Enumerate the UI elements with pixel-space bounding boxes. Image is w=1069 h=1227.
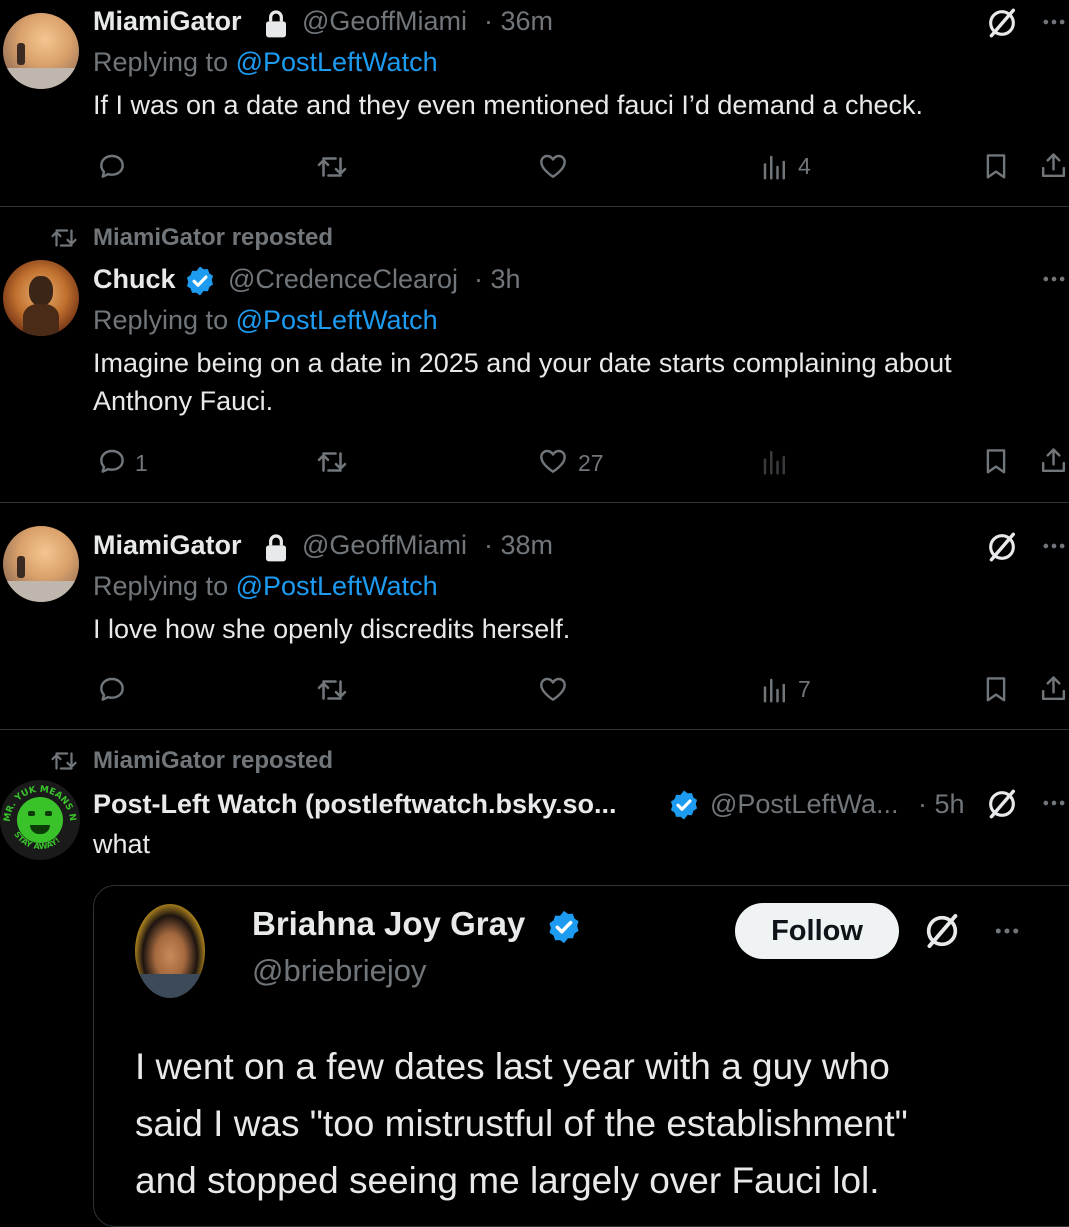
- replying-to-link[interactable]: @PostLeftWatch: [236, 305, 438, 335]
- author-name[interactable]: Chuck: [93, 264, 176, 295]
- more-icon[interactable]: [1040, 265, 1068, 293]
- post-text: If I was on a date and they even mention…: [93, 90, 924, 120]
- avatar[interactable]: [3, 526, 79, 602]
- verified-badge-icon: [183, 264, 217, 298]
- bookmark-icon[interactable]: [981, 150, 1011, 182]
- replying-prefix: Replying to: [93, 47, 229, 77]
- like-icon[interactable]: [537, 673, 569, 705]
- post-text-line-1: Imagine being on a date in 2025 and your…: [93, 348, 952, 378]
- reply-count: 1: [135, 450, 148, 476]
- like-icon[interactable]: [537, 445, 569, 477]
- avatar-text-top: MR. YUK MEANS NO!: [0, 780, 77, 822]
- repost-icon: [48, 223, 80, 253]
- quote-text-line-3: and stopped seeing me largely over Fauci…: [135, 1160, 880, 1201]
- repost-icon[interactable]: [315, 673, 349, 707]
- bookmark-icon[interactable]: [981, 445, 1011, 477]
- post-miamigator-2[interactable]: MiamiGator @GeoffMiami · 38m Replying to…: [0, 503, 1069, 729]
- grok-icon[interactable]: [985, 787, 1019, 821]
- avatar[interactable]: [3, 260, 79, 336]
- views-count: 7: [798, 676, 811, 702]
- author-handle[interactable]: @GeoffMiami: [302, 6, 467, 37]
- repost-icon[interactable]: [315, 445, 349, 479]
- repost-icon: [48, 746, 80, 776]
- quote-author-name[interactable]: Briahna Joy Gray: [252, 905, 525, 943]
- verified-badge-icon: [667, 788, 701, 822]
- share-icon[interactable]: [1038, 444, 1069, 477]
- like-icon[interactable]: [537, 150, 569, 182]
- more-icon[interactable]: [1040, 789, 1068, 817]
- post-miamigator-1[interactable]: MiamiGator @GeoffMiami · 36m Replying to…: [0, 0, 1069, 206]
- author-handle[interactable]: @CredenceClearoj: [228, 264, 458, 295]
- more-icon[interactable]: [1040, 532, 1068, 560]
- replying-line: Replying to @PostLeftWatch: [93, 47, 438, 78]
- grok-icon[interactable]: [922, 911, 962, 951]
- author-name[interactable]: Post-Left Watch (postleftwatch.bsky.so..…: [93, 789, 658, 820]
- reposted-by[interactable]: MiamiGator reposted: [93, 747, 333, 775]
- reposted-by[interactable]: MiamiGator reposted: [93, 224, 333, 252]
- views-count: 4: [798, 153, 811, 179]
- quote-text-line-2: said I was "too mistrustful of the estab…: [135, 1103, 908, 1144]
- views-icon[interactable]: [760, 152, 790, 182]
- bookmark-icon[interactable]: [981, 673, 1011, 705]
- quote-text-line-1: I went on a few dates last year with a g…: [135, 1046, 890, 1087]
- replying-line: Replying to @PostLeftWatch: [93, 571, 438, 602]
- svg-text:STAY AWAY!: STAY AWAY!: [12, 830, 62, 851]
- author-handle[interactable]: @PostLeftWa...: [710, 789, 898, 820]
- replying-to-link[interactable]: @PostLeftWatch: [236, 47, 438, 77]
- reply-icon[interactable]: [96, 150, 128, 182]
- replying-prefix: Replying to: [93, 305, 229, 335]
- quote-avatar[interactable]: [135, 904, 205, 998]
- lock-icon: [260, 8, 292, 40]
- avatar[interactable]: MR. YUK MEANS NO! STAY AWAY!: [0, 780, 80, 860]
- replying-to-link[interactable]: @PostLeftWatch: [236, 571, 438, 601]
- avatar-text-bottom: STAY AWAY!: [12, 830, 62, 851]
- post-text: what: [93, 829, 151, 859]
- post-time[interactable]: · 5h: [918, 789, 965, 820]
- grok-icon[interactable]: [985, 6, 1019, 40]
- replying-line: Replying to @PostLeftWatch: [93, 305, 438, 336]
- post-chuck[interactable]: MiamiGator reposted Chuck @CredenceClear…: [0, 207, 1069, 502]
- replying-prefix: Replying to: [93, 571, 229, 601]
- post-time[interactable]: · 3h: [474, 264, 521, 295]
- share-icon[interactable]: [1038, 672, 1069, 705]
- more-icon[interactable]: [1040, 8, 1068, 36]
- views-icon[interactable]: [760, 675, 790, 705]
- author-handle[interactable]: @GeoffMiami: [302, 530, 467, 561]
- post-time[interactable]: · 36m: [484, 6, 553, 37]
- avatar[interactable]: [3, 13, 79, 89]
- views-icon[interactable]: [760, 447, 790, 477]
- post-text-line-2: Anthony Fauci.: [93, 386, 274, 416]
- quote-author-handle[interactable]: @briebriejoy: [252, 953, 426, 989]
- author-name[interactable]: MiamiGator: [93, 530, 242, 561]
- more-icon[interactable]: [990, 916, 1024, 946]
- share-icon[interactable]: [1038, 149, 1069, 182]
- verified-badge-icon: [545, 908, 583, 946]
- grok-icon[interactable]: [985, 530, 1019, 564]
- follow-button[interactable]: Follow: [735, 903, 899, 959]
- lock-icon: [260, 532, 292, 564]
- reply-icon[interactable]: [96, 445, 128, 477]
- repost-icon[interactable]: [315, 150, 349, 184]
- post-text: I love how she openly discredits herself…: [93, 614, 571, 644]
- author-name[interactable]: MiamiGator: [93, 6, 242, 37]
- post-time[interactable]: · 38m: [484, 530, 553, 561]
- like-count: 27: [578, 450, 604, 476]
- reply-icon[interactable]: [96, 673, 128, 705]
- svg-text:MR. YUK MEANS NO!: MR. YUK MEANS NO!: [0, 780, 77, 822]
